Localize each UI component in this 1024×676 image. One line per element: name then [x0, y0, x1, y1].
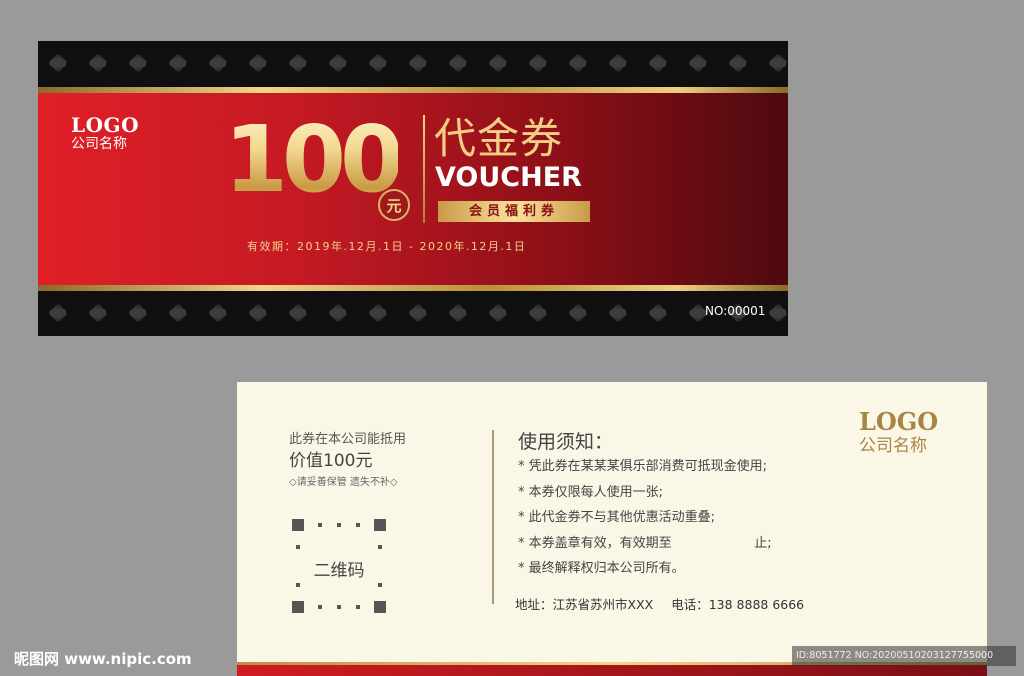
- rule-item: * 最终解释权归本公司所有。: [518, 561, 685, 576]
- id-watermark: ID:8051772 NO:20200510203127755000: [792, 646, 1016, 666]
- voucher-front: LOGO 公司名称 100 元 代金券 VOUCHER 会员福利券 有效期：20…: [38, 41, 788, 336]
- company-name: 公司名称: [71, 136, 127, 152]
- back-divider: [492, 430, 494, 604]
- qr-corner-icon: [374, 519, 386, 531]
- address: 地址：江苏省苏州市XXX: [515, 597, 654, 612]
- value-note: ◇请妥善保管 遗失不补◇: [289, 477, 398, 488]
- site-watermark: 昵图网 www.nipic.com: [14, 650, 192, 668]
- qr-corner-icon: [292, 601, 304, 613]
- qr-label: 二维码: [313, 561, 365, 581]
- title-english: VOUCHER: [435, 162, 582, 193]
- title-divider: [423, 115, 425, 223]
- logo-text: LOGO: [71, 113, 139, 137]
- value-line-2: 价值100元: [289, 451, 373, 471]
- qr-corner-icon: [374, 601, 386, 613]
- rules-title: 使用须知：: [518, 431, 614, 453]
- rule-item: * 此代金券不与其他优惠活动重叠;: [518, 510, 716, 525]
- currency-badge: 元: [378, 189, 410, 221]
- rule-item: * 凭此券在某某某俱乐部消费可抵现金使用;: [518, 459, 768, 474]
- floral-pattern-top: [38, 41, 788, 86]
- rules-list: * 凭此券在某某某俱乐部消费可抵现金使用; * 本券仅限每人使用一张; * 此代…: [518, 454, 772, 582]
- front-logo: LOGO 公司名称: [71, 114, 139, 152]
- floral-pattern-bottom: [38, 291, 788, 336]
- back-logo: LOGO 公司名称: [859, 409, 938, 457]
- rule-item: * 本券仅限每人使用一张;: [518, 484, 664, 500]
- rule-item: * 本券盖章有效，有效期至 止;: [518, 535, 772, 551]
- title-chinese: 代金券: [434, 114, 564, 163]
- qr-code-placeholder: 二维码: [292, 519, 386, 613]
- qr-corner-icon: [292, 519, 304, 531]
- logo-text: LOGO: [859, 407, 939, 436]
- validity-period: 有效期：2019年.12月.1日 - 2020年.12月.1日: [247, 240, 527, 253]
- member-tag: 会员福利券: [438, 201, 590, 222]
- value-line-1: 此券在本公司能抵用: [289, 432, 407, 447]
- company-name: 公司名称: [859, 436, 927, 456]
- serial-number: NO:00001: [705, 304, 766, 318]
- phone: 电话：138 8888 6666: [671, 597, 805, 612]
- contact-line: 地址：江苏省苏州市XXX 电话：138 8888 6666: [515, 594, 804, 613]
- red-band: [38, 93, 788, 285]
- voucher-amount: 100: [224, 106, 404, 213]
- voucher-back: 此券在本公司能抵用 价值100元 ◇请妥善保管 遗失不补◇ 二维码 使用须知： …: [237, 382, 987, 676]
